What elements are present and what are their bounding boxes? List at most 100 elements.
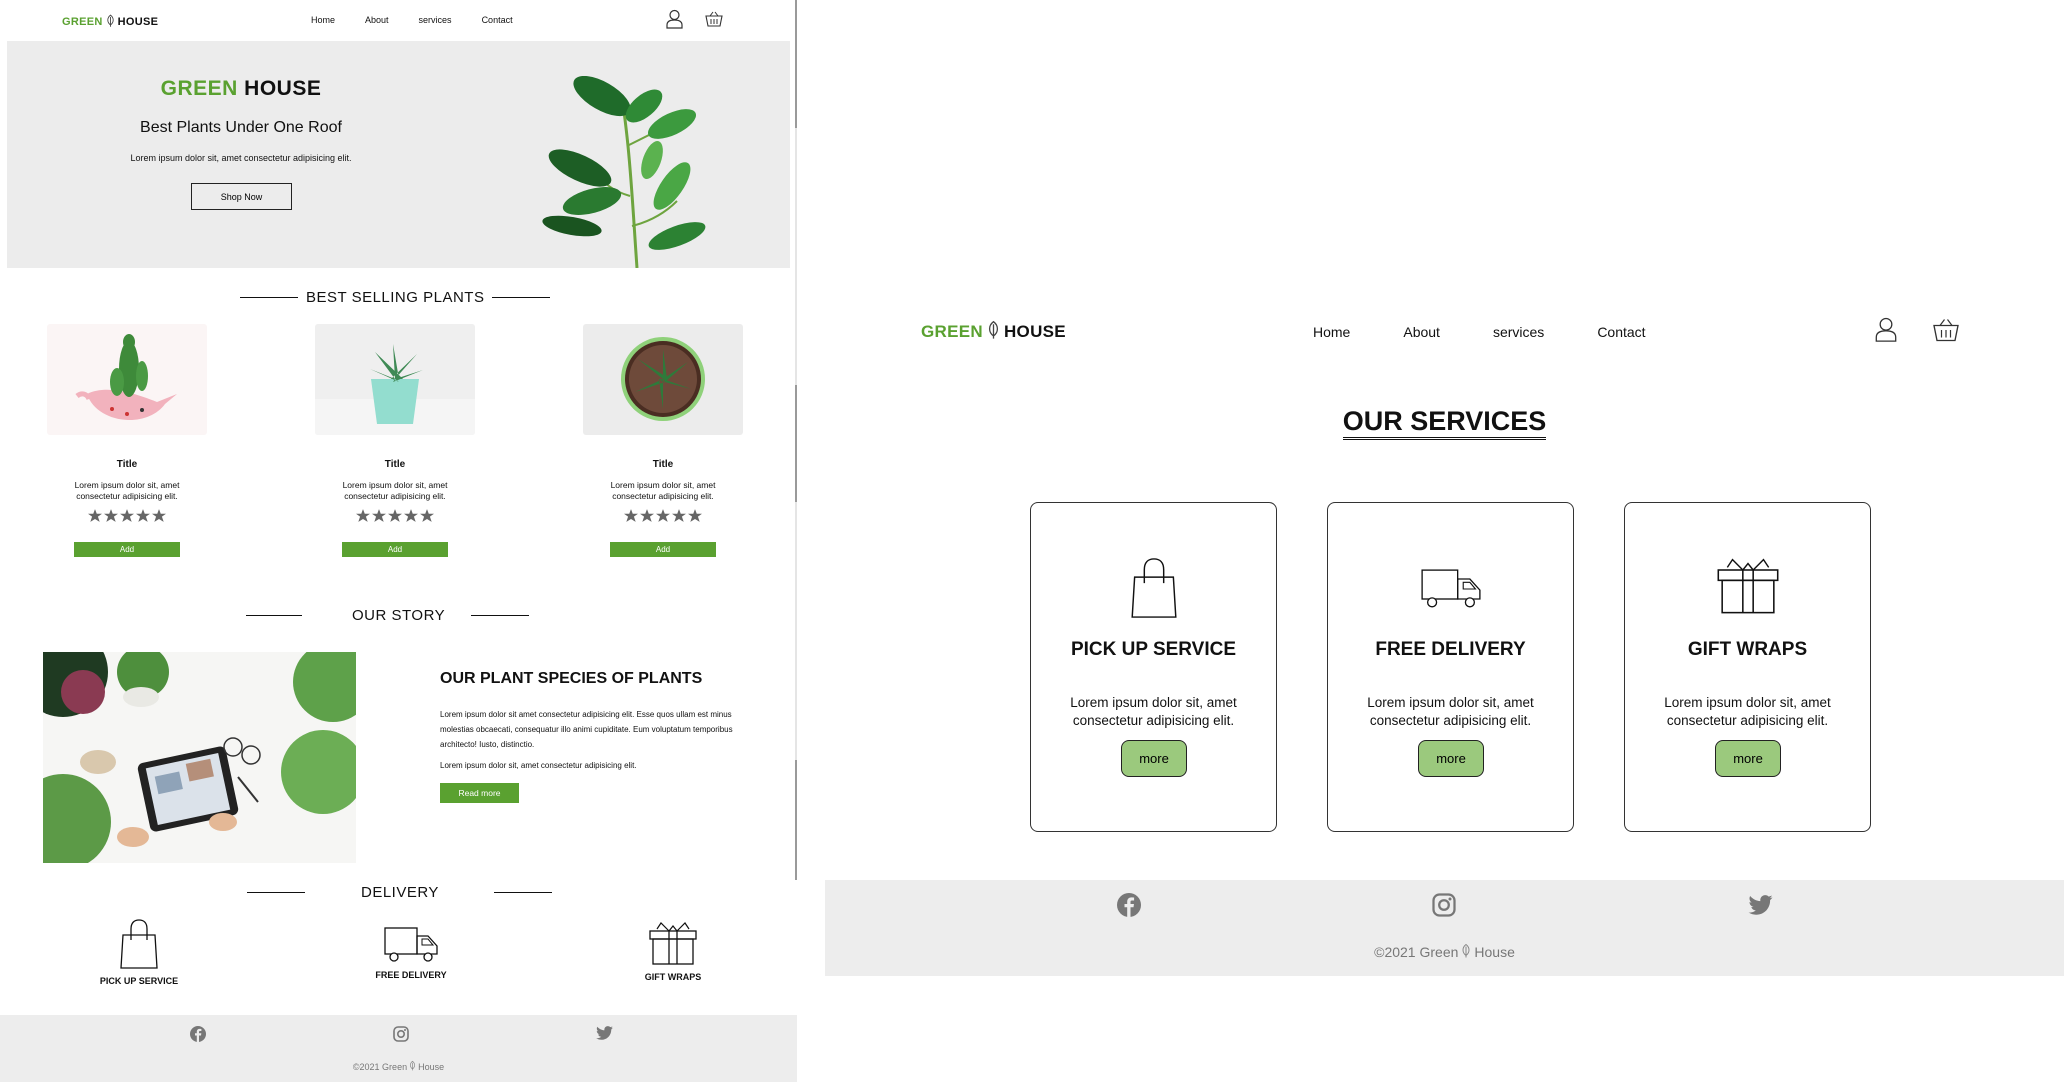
nav-links: Home About services Contact [1313, 324, 1699, 340]
scrollbar-thumb[interactable] [795, 760, 797, 880]
service-card-pickup: PICK UP SERVICE Lorem ipsum dolor sit, a… [1030, 502, 1277, 832]
logo-house-text: HOUSE [1003, 322, 1066, 341]
star-rating [315, 509, 475, 522]
hero-title: GREEN HOUSE [160, 77, 322, 100]
product-title: Title [384, 459, 406, 470]
more-button[interactable]: more [1418, 740, 1484, 777]
user-icon[interactable] [666, 9, 683, 34]
nav-contact[interactable]: Contact [1597, 324, 1645, 340]
product-desc: Lorem ipsum dolor sit, amet consectetur … [342, 480, 448, 501]
more-button[interactable]: more [1715, 740, 1781, 777]
service-card-gift: GIFT WRAPS Lorem ipsum dolor sit, amet c… [1624, 502, 1871, 832]
instagram-icon[interactable] [1432, 893, 1456, 922]
star-icon [372, 509, 386, 522]
star-icon [388, 509, 402, 522]
nav-contact[interactable]: Contact [482, 15, 513, 25]
product-card: Title Lorem ipsum dolor sit, amet consec… [47, 324, 207, 557]
facebook-icon[interactable] [190, 1026, 206, 1047]
nav-about[interactable]: About [1403, 324, 1440, 340]
product-image-succulent [315, 324, 475, 435]
brand-logo[interactable]: GREEN HOUSE [62, 14, 158, 30]
service-card-delivery: FREE DELIVERY Lorem ipsum dolor sit, ame… [1327, 502, 1574, 832]
leaf-icon [1461, 943, 1471, 961]
copyright: ©2021 Green House [1374, 943, 1515, 961]
logo-green-text: GREEN [62, 16, 103, 28]
homepage-panel: GREEN HOUSE Home About services Contact … [0, 0, 797, 1082]
story-paragraph-2: Lorem ipsum dolor sit, amet consectetur … [440, 761, 637, 770]
truck-icon [1328, 569, 1573, 609]
star-icon [404, 509, 418, 522]
footer: ©2021 Green House [0, 1015, 797, 1082]
twitter-icon[interactable] [596, 1026, 613, 1045]
star-icon [356, 509, 370, 522]
product-title: Title [652, 459, 674, 470]
nav-services[interactable]: services [1493, 324, 1544, 340]
services-heading: OUR SERVICES [825, 406, 2064, 440]
star-icon [688, 509, 702, 522]
add-to-cart-button[interactable]: Add [342, 542, 448, 557]
star-icon [136, 509, 150, 522]
service-desc: Lorem ipsum dolor sit, amet consectetur … [1070, 695, 1237, 728]
service-desc: Lorem ipsum dolor sit, amet consectetur … [1664, 695, 1831, 728]
hero-text: Lorem ipsum dolor sit, amet consectetur … [130, 153, 352, 163]
delivery-label: PICK UP SERVICE [99, 976, 179, 986]
footer: ©2021 Green House [825, 880, 2064, 976]
service-desc: Lorem ipsum dolor sit, amet consectetur … [1367, 695, 1534, 728]
star-icon [640, 509, 654, 522]
twitter-icon[interactable] [1748, 895, 1773, 920]
gift-icon [649, 922, 697, 969]
star-icon [420, 509, 434, 522]
service-title: FREE DELIVERY [1375, 639, 1526, 660]
product-image-potted-plant [583, 324, 743, 435]
basket-icon[interactable] [1932, 318, 1960, 347]
hero-subtitle: Best Plants Under One Roof [140, 119, 342, 136]
top-navbar: GREEN HOUSE Home About services Contact [0, 0, 797, 41]
logo-green-text: GREEN [921, 322, 983, 341]
story-title: OUR PLANT SPECIES OF PLANTS [440, 670, 703, 687]
scrollbar-thumb[interactable] [795, 385, 797, 502]
product-desc: Lorem ipsum dolor sit, amet consectetur … [74, 480, 180, 501]
star-rating [47, 509, 207, 522]
scrollbar[interactable] [795, 0, 797, 880]
leaf-icon [409, 1060, 416, 1073]
leaf-icon [106, 14, 115, 30]
logo-house-text: HOUSE [117, 16, 159, 28]
services-panel: GREEN HOUSE Home About services Contact … [825, 0, 2064, 1082]
product-image-cactus [47, 324, 207, 435]
shopping-bag-icon [120, 919, 158, 973]
shopping-bag-icon [1031, 557, 1276, 619]
user-icon[interactable] [1875, 315, 1897, 349]
product-card: Title Lorem ipsum dolor sit, amet consec… [583, 324, 743, 557]
brand-logo[interactable]: GREEN HOUSE [921, 320, 1066, 344]
facebook-icon[interactable] [1117, 893, 1141, 922]
add-to-cart-button[interactable]: Add [74, 542, 180, 557]
star-icon [624, 509, 638, 522]
nav-home[interactable]: Home [311, 15, 335, 25]
basket-icon[interactable] [705, 11, 723, 32]
shop-now-button[interactable]: Shop Now [191, 183, 292, 210]
best-selling-heading: BEST SELLING PLANTS [240, 289, 551, 306]
product-desc: Lorem ipsum dolor sit, amet consectetur … [610, 480, 716, 501]
read-more-button[interactable]: Read more [440, 783, 519, 803]
truck-icon [384, 927, 438, 967]
story-image [43, 652, 356, 863]
instagram-icon[interactable] [393, 1026, 409, 1047]
hero-banner: GREEN HOUSE Best Plants Under One Roof L… [7, 41, 790, 268]
nav-services[interactable]: services [419, 15, 452, 25]
star-icon [656, 509, 670, 522]
delivery-item-free: FREE DELIVERY [331, 927, 491, 980]
leaf-icon [987, 320, 1000, 344]
service-title: PICK UP SERVICE [1070, 639, 1237, 660]
star-icon [672, 509, 686, 522]
scrollbar-thumb[interactable] [795, 0, 797, 128]
star-icon [120, 509, 134, 522]
star-icon [152, 509, 166, 522]
delivery-item-gift: GIFT WRAPS [593, 921, 753, 982]
more-button[interactable]: more [1121, 740, 1187, 777]
product-card: Title Lorem ipsum dolor sit, amet consec… [315, 324, 475, 557]
nav-home[interactable]: Home [1313, 324, 1350, 340]
nav-about[interactable]: About [365, 15, 389, 25]
add-to-cart-button[interactable]: Add [610, 542, 716, 557]
nav-links: Home About services Contact [311, 15, 543, 25]
delivery-label: FREE DELIVERY [375, 970, 447, 980]
